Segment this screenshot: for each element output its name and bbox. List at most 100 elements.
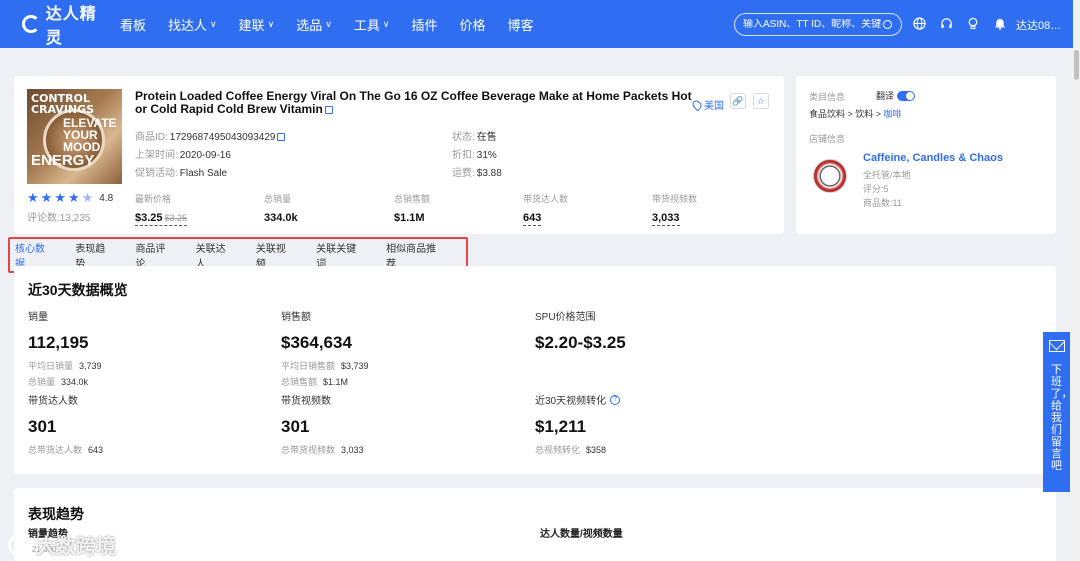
nav-item-blog[interactable]: 博客 bbox=[507, 15, 533, 34]
nav-item-pricing[interactable]: 价格 bbox=[459, 15, 485, 34]
stat-label: 近30天视频转化 bbox=[535, 396, 607, 407]
link-button[interactable]: 🔗 bbox=[730, 93, 746, 109]
shop-label: 店铺信息 bbox=[809, 134, 846, 144]
link-icon: 🔗 bbox=[732, 95, 744, 106]
sub-label: 总视频转化 bbox=[535, 445, 581, 455]
kv-label: 促销活动: bbox=[135, 168, 178, 179]
star-icon: ★ bbox=[27, 190, 39, 205]
sub-value: $358 bbox=[586, 445, 607, 455]
stat-label: SPU价格范围 bbox=[535, 312, 596, 323]
metric-price: 最新价格 $3.25 $3.25 bbox=[135, 192, 188, 226]
stat-label: 带货视频数 bbox=[281, 396, 331, 407]
promotion: 促销活动: Flash Sale bbox=[135, 164, 227, 179]
stat-influencers: 带货达人数 301 总带货达人数 643 bbox=[28, 392, 103, 456]
watermark: 大数跨境 bbox=[8, 530, 116, 559]
metric-label: 最新价格 bbox=[135, 194, 172, 204]
sub-value: $3,739 bbox=[341, 361, 369, 371]
stat-value: 301 bbox=[28, 417, 57, 436]
shipping: 运费: $3.88 bbox=[452, 164, 502, 179]
nav-item-outreach[interactable]: 建联 ∨ bbox=[239, 15, 275, 34]
trend-card: 表现趋势 销量趋势 21,000 达人数量/视频数量 bbox=[14, 488, 1056, 561]
discount: 折扣: 31% bbox=[452, 146, 497, 161]
stat-value: $1,211 bbox=[535, 417, 587, 436]
shop-score: 评分:5 bbox=[863, 184, 889, 194]
image-text-bottom: ENERGY bbox=[31, 152, 95, 169]
stat-sub: 总带货达人数 643 bbox=[28, 443, 103, 456]
stat-label: 销售额 bbox=[281, 312, 311, 323]
influencer-video-count-label: 达人数量/视频数量 bbox=[540, 529, 623, 540]
stat-label-row: 近30天视频转化? bbox=[535, 392, 621, 407]
toggle-switch[interactable] bbox=[897, 90, 916, 101]
globe-icon[interactable] bbox=[912, 16, 926, 30]
user-menu[interactable]: 达达08… bbox=[1016, 17, 1061, 33]
metric-value: 643 bbox=[523, 212, 542, 226]
nav-item-find-influencer[interactable]: 找达人 ∨ bbox=[168, 15, 217, 34]
shop-avatar[interactable] bbox=[813, 159, 847, 193]
scrollbar-thumb[interactable] bbox=[1074, 50, 1079, 80]
favorite-button[interactable]: ☆ bbox=[753, 93, 769, 109]
copy-icon[interactable] bbox=[277, 133, 286, 142]
feedback-button[interactable]: 下班了，给我们留言吧 bbox=[1043, 332, 1073, 492]
chevron-down-icon: ∨ bbox=[267, 18, 275, 29]
nav-item-tools[interactable]: 工具 ∨ bbox=[354, 15, 390, 34]
star-icon: ★ bbox=[40, 190, 53, 205]
kv-value: 1729687495043093429 bbox=[169, 132, 276, 143]
kv-label: 折扣: bbox=[452, 150, 475, 161]
lightbulb-icon[interactable] bbox=[966, 16, 980, 30]
nav-label: 插件 bbox=[411, 17, 438, 33]
search-input[interactable] bbox=[743, 19, 881, 30]
metric-total-sales: 总销量 334.0k bbox=[264, 192, 298, 225]
nav-label: 找达人 bbox=[168, 17, 208, 33]
nav-item-dashboard[interactable]: 看板 bbox=[120, 15, 146, 34]
bell-icon[interactable] bbox=[993, 16, 1007, 30]
top-icon-group bbox=[912, 16, 1020, 30]
stat-sub: 总带货视频数 3,033 bbox=[281, 443, 364, 456]
sub-label: 平均日销量 bbox=[28, 361, 74, 371]
search-icon[interactable] bbox=[883, 20, 892, 29]
kv-label: 上架时间: bbox=[135, 150, 178, 161]
nav-item-product-selection[interactable]: 选品 ∨ bbox=[296, 15, 332, 34]
logo-icon bbox=[22, 15, 40, 33]
stat-label: 销量 bbox=[28, 312, 48, 323]
image-text-top: CONTROL CRAVINGS bbox=[31, 92, 95, 116]
sub-value: $1.1M bbox=[323, 377, 349, 387]
kv-value: 31% bbox=[476, 150, 497, 161]
stat-revenue: 销售额 $364,634 平均日销售额 $3,739 总销售额 $1.1M bbox=[281, 308, 369, 388]
kv-value: 2020-09-16 bbox=[179, 150, 231, 161]
metric-videos[interactable]: 带货视频数 3,033 bbox=[652, 192, 697, 226]
listed-date: 上架时间: 2020-09-16 bbox=[135, 146, 231, 161]
metric-label: 总销量 bbox=[264, 194, 292, 204]
metric-influencers[interactable]: 带货达人数 643 bbox=[523, 192, 568, 226]
overview-card: 近30天数据概览 销量 112,195 平均日销量 3,739 总销量 334.0k… bbox=[14, 266, 1056, 474]
shop-name-link[interactable]: Caffeine, Candles & Chaos bbox=[863, 152, 1003, 164]
translate-toggle[interactable]: 翻译 bbox=[876, 89, 916, 102]
stat-spu-price-range: SPU价格范围 $2.20-$3.25 bbox=[535, 308, 626, 353]
trend-title: 表现趋势 bbox=[28, 506, 84, 522]
logo-text: 达人精灵 bbox=[45, 6, 97, 47]
stat-value: $364,634 bbox=[281, 333, 352, 352]
kv-label: 状态: bbox=[452, 132, 475, 143]
product-id: 商品ID: 1729687495043093429 bbox=[135, 128, 286, 143]
chevron-down-icon: ∨ bbox=[210, 18, 217, 29]
product-title-text: Protein Loaded Coffee Energy Viral On Th… bbox=[135, 89, 692, 116]
product-image[interactable]: CONTROL CRAVINGS ELEVATE YOUR MOOD ENERG… bbox=[27, 89, 122, 184]
search-box bbox=[734, 13, 902, 36]
logo[interactable]: 达人精灵 bbox=[22, 0, 112, 48]
nav-item-plugin[interactable]: 插件 bbox=[411, 15, 437, 34]
review-value: 13,235 bbox=[59, 213, 91, 224]
sub-label: 总销售额 bbox=[281, 377, 318, 387]
image-text-mid: ELEVATE YOUR MOOD bbox=[63, 116, 117, 154]
help-icon[interactable]: ? bbox=[610, 394, 621, 405]
metric-label: 带货视频数 bbox=[652, 194, 698, 204]
kv-label: 运费: bbox=[452, 168, 475, 179]
scrollbar[interactable] bbox=[1073, 0, 1080, 561]
product-title: Protein Loaded Coffee Energy Viral On Th… bbox=[135, 90, 695, 116]
shop-info-card: 类目信息 翻译 食品饮料 > 饮料 > 咖啡 店铺信息 Caffeine, Ca… bbox=[796, 76, 1056, 234]
sub-label: 总带货视频数 bbox=[281, 445, 336, 455]
stat-value: 112,195 bbox=[28, 333, 89, 352]
copy-icon[interactable] bbox=[324, 105, 333, 114]
headset-icon[interactable] bbox=[939, 16, 953, 30]
category-leaf-link[interactable]: 咖啡 bbox=[884, 109, 902, 119]
product-card: CONTROL CRAVINGS ELEVATE YOUR MOOD ENERG… bbox=[14, 76, 784, 234]
stat-value: 301 bbox=[281, 417, 310, 436]
